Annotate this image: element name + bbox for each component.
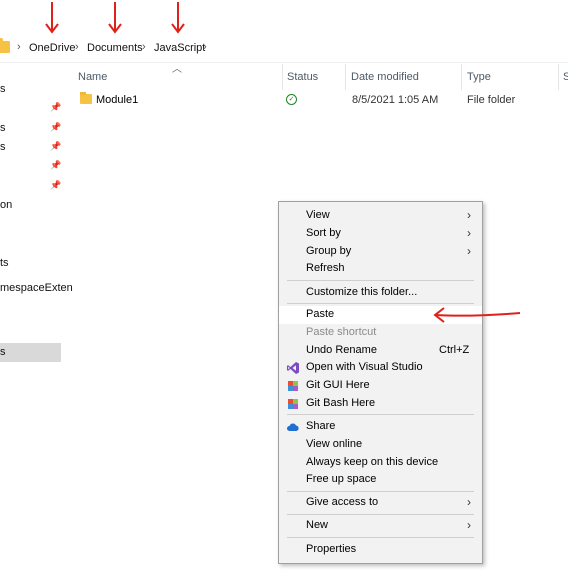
menu-item-free-up-space[interactable]: Free up space (279, 471, 482, 489)
menu-item-properties[interactable]: Properties (279, 541, 482, 559)
menu-separator (287, 537, 474, 538)
menu-separator (287, 514, 474, 515)
menu-item-git-gui[interactable]: Git GUI Here (279, 377, 482, 395)
nav-item[interactable]: s (0, 141, 6, 153)
menu-separator (287, 491, 474, 492)
chevron-right-icon: › (467, 226, 471, 240)
menu-separator (287, 280, 474, 281)
menu-item-label: Refresh (306, 262, 345, 274)
pin-icon: 📌 (50, 160, 62, 170)
git-bash-icon (288, 399, 298, 409)
git-gui-icon (288, 381, 298, 391)
menu-item-always-keep[interactable]: Always keep on this device (279, 454, 482, 472)
column-header-size[interactable]: S (563, 71, 568, 83)
menu-item-git-bash[interactable]: Git Bash Here (279, 395, 482, 413)
column-divider[interactable] (558, 64, 559, 90)
chevron-right-icon: › (17, 41, 21, 53)
menu-item-label: Customize this folder... (306, 286, 418, 298)
nav-item[interactable]: mespaceExten (0, 282, 73, 294)
chevron-right-icon: › (142, 41, 146, 53)
menu-item-customize-folder[interactable]: Customize this folder... (279, 284, 482, 302)
chevron-right-icon: › (467, 244, 471, 258)
menu-item-label: Undo Rename (306, 344, 377, 356)
column-header-status[interactable]: Status (287, 71, 318, 83)
menu-item-label: Always keep on this device (306, 456, 439, 468)
pin-icon: 📌 (50, 141, 62, 151)
menu-item-group-by[interactable]: Group by › (279, 243, 482, 261)
address-bar[interactable]: › OneDrive › Documents › JavaScript › (0, 36, 568, 63)
nav-item[interactable]: s (0, 83, 6, 95)
chevron-right-icon: › (75, 41, 79, 53)
navigation-pane[interactable]: s 📌 s 📌 s 📌 📌 📌 on ts mespaceExten s (0, 64, 73, 572)
column-header-date-modified[interactable]: Date modified (351, 71, 419, 83)
menu-item-label: Git Bash Here (306, 397, 376, 409)
nav-item-selected[interactable]: s (0, 343, 61, 362)
column-divider[interactable] (282, 64, 283, 90)
menu-item-label: Group by (306, 245, 352, 257)
context-menu[interactable]: View › Sort by › Group by › Refresh Cust… (278, 201, 483, 564)
menu-item-share[interactable]: Share (279, 418, 482, 436)
menu-item-label: New (306, 519, 329, 531)
menu-item-label: Sort by (306, 227, 341, 239)
annotation-arrow-down (108, 2, 122, 34)
visual-studio-icon (287, 362, 299, 374)
column-header-type[interactable]: Type (467, 71, 491, 83)
sync-status-icon: ✓ (286, 94, 297, 105)
menu-item-label: Paste shortcut (306, 326, 377, 338)
menu-item-label: Properties (306, 543, 357, 555)
menu-item-label: Open with Visual Studio (306, 361, 423, 373)
annotation-arrow-down (45, 2, 59, 34)
annotation-arrow-left (433, 307, 521, 323)
chevron-right-icon: › (467, 208, 471, 222)
menu-item-undo-rename[interactable]: Undo Rename Ctrl+Z (279, 342, 482, 360)
nav-item[interactable]: s (0, 122, 6, 134)
menu-item-sort-by[interactable]: Sort by › (279, 225, 482, 243)
menu-item-label: Share (306, 420, 336, 432)
column-divider[interactable] (461, 64, 462, 90)
breadcrumb-documents[interactable]: Documents (87, 42, 143, 54)
menu-item-view-online[interactable]: View online (279, 436, 482, 454)
menu-item-refresh[interactable]: Refresh (279, 260, 482, 278)
file-type: File folder (467, 94, 516, 106)
breadcrumb-onedrive[interactable]: OneDrive (29, 42, 75, 54)
menu-item-open-visual-studio[interactable]: Open with Visual Studio (279, 359, 482, 377)
pin-icon: 📌 (50, 180, 62, 190)
folder-icon (80, 92, 92, 104)
chevron-right-icon: › (203, 41, 207, 53)
chevron-right-icon: › (467, 518, 471, 532)
nav-item[interactable]: on (0, 199, 12, 211)
file-name[interactable]: Module1 (96, 94, 138, 106)
column-divider[interactable] (345, 64, 346, 90)
menu-item-view[interactable]: View › (279, 207, 482, 225)
menu-item-label: Free up space (306, 473, 377, 485)
column-header-name[interactable]: Name (78, 71, 107, 83)
menu-item-label: View (306, 209, 330, 221)
menu-item-label: Paste (306, 308, 335, 320)
pin-icon: 📌 (50, 122, 62, 132)
nav-item: s (0, 346, 6, 358)
nav-item[interactable]: ts (0, 257, 9, 269)
annotation-arrow-down (171, 2, 185, 34)
onedrive-cloud-icon (287, 423, 299, 431)
file-date-modified: 8/5/2021 1:05 AM (352, 94, 439, 106)
menu-item-shortcut: Ctrl+Z (439, 344, 470, 356)
menu-item-label: Give access to (306, 496, 379, 508)
sort-ascending-icon: ︿ (172, 64, 182, 75)
breadcrumb-javascript[interactable]: JavaScript (154, 42, 205, 54)
menu-item-new[interactable]: New › (279, 517, 482, 535)
pin-icon: 📌 (50, 102, 62, 112)
folder-icon (0, 38, 10, 53)
chevron-right-icon: › (467, 495, 471, 509)
menu-item-label: Git GUI Here (306, 379, 370, 391)
menu-item-label: View online (306, 438, 363, 450)
menu-separator (287, 414, 474, 415)
menu-item-give-access[interactable]: Give access to › (279, 494, 482, 512)
